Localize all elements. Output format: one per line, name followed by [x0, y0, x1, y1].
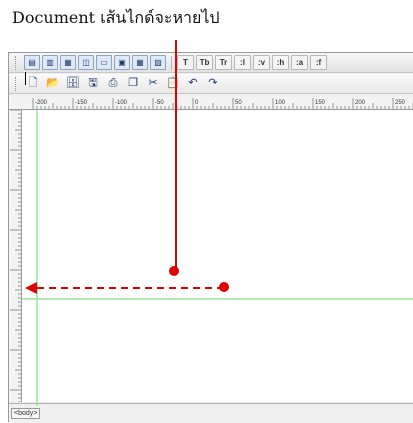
- text-cursor: [25, 72, 26, 85]
- text-button-6[interactable]: :h: [272, 55, 289, 70]
- ruler-label: 0: [195, 100, 199, 106]
- text-button-7[interactable]: :a: [291, 55, 308, 70]
- horizontal-ruler[interactable]: -200 -150 -100 -50 0 50 100 150 200 250: [9, 97, 413, 110]
- ruler-label: 200: [355, 100, 366, 106]
- toolbar-grip[interactable]: [15, 55, 19, 70]
- ruler-label: 150: [315, 100, 326, 106]
- preview-icon[interactable]: ◫: [78, 55, 94, 70]
- paste-icon[interactable]: 📋: [164, 76, 182, 91]
- text-button-2[interactable]: Tb: [196, 55, 213, 70]
- redo-icon[interactable]: ↷: [204, 76, 222, 91]
- toolbar-separator: [171, 55, 172, 70]
- editor-window: ▤ ▥ ▦ ◫ ▭ ▣ ▦ ▨ T Tb Tr :l :v :h :a :f 🗋…: [8, 52, 413, 423]
- view-split-icon[interactable]: ▥: [42, 55, 58, 70]
- table-icon[interactable]: ▦: [132, 55, 148, 70]
- body-tag-selector[interactable]: <body>: [11, 408, 41, 419]
- ruler-label: 100: [275, 100, 286, 106]
- text-button-5[interactable]: :v: [253, 55, 270, 70]
- view-design-icon[interactable]: ▦: [60, 55, 76, 70]
- insert-toolbar: ▤ ▥ ▦ ◫ ▭ ▣ ▦ ▨ T Tb Tr :l :v :h :a :f: [9, 53, 413, 73]
- view-code-icon[interactable]: ▤: [24, 55, 40, 70]
- ruler-label: 250: [395, 100, 406, 106]
- save-icon[interactable]: 🗄: [64, 76, 82, 91]
- save-all-icon[interactable]: 🖫: [84, 76, 102, 91]
- text-button-1[interactable]: T: [177, 55, 194, 70]
- ruler-label: -100: [115, 100, 128, 106]
- copy-icon[interactable]: ❐: [124, 76, 142, 91]
- toolbar-grip[interactable]: [15, 76, 19, 91]
- ruler-ticks: -200 -150 -100 -50 0 50 100 150 200 250: [32, 98, 413, 109]
- text-button-4[interactable]: :l: [234, 55, 251, 70]
- status-bar: <body>: [9, 403, 413, 423]
- text-button-8[interactable]: :f: [310, 55, 327, 70]
- caption-text: Document เส้นไกด์จะหายไป: [12, 8, 220, 27]
- standard-toolbar: 🗋 📂 🗄 🖫 ⎙ ❐ ✂ 📋 ↶ ↷: [9, 74, 413, 94]
- ruler-label: -200: [35, 100, 48, 106]
- new-icon[interactable]: 🗋: [24, 76, 42, 91]
- open-icon[interactable]: 📂: [44, 76, 62, 91]
- print-icon[interactable]: ⎙: [104, 76, 122, 91]
- ruler-label: 50: [235, 100, 242, 106]
- ruler-label: -150: [75, 100, 88, 106]
- undo-icon[interactable]: ↶: [184, 76, 202, 91]
- layer-icon[interactable]: ▭: [96, 55, 112, 70]
- cut-icon[interactable]: ✂: [144, 76, 162, 91]
- text-button-3[interactable]: Tr: [215, 55, 232, 70]
- vertical-ruler[interactable]: [9, 109, 22, 403]
- vertical-ruler-ticks: [10, 109, 21, 403]
- image-icon[interactable]: ▨: [150, 55, 166, 70]
- ruler-label: -50: [155, 100, 164, 106]
- frame-icon[interactable]: ▣: [114, 55, 130, 70]
- document-canvas[interactable]: [22, 110, 413, 402]
